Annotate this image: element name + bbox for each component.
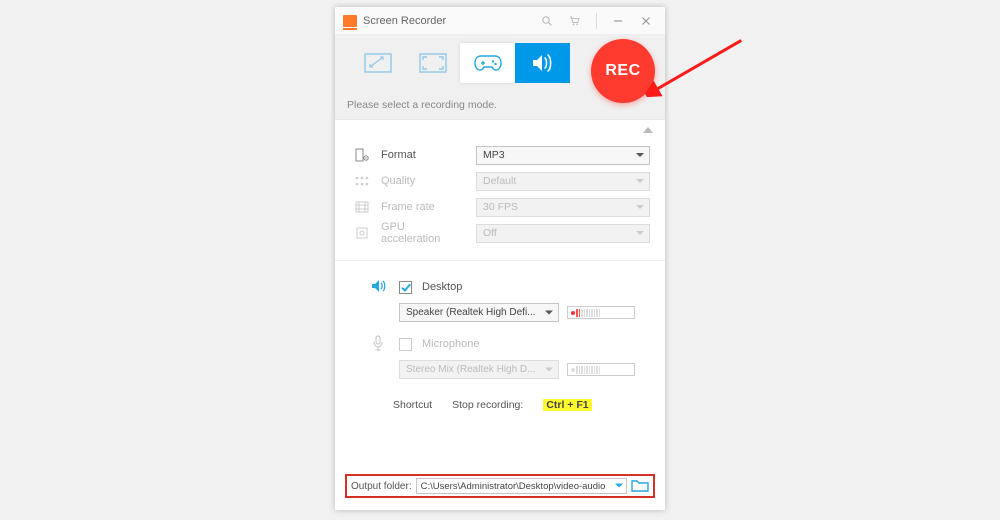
minimize-button[interactable]: [607, 10, 629, 32]
stop-recording-label: Stop recording:: [452, 399, 523, 411]
framerate-icon: [353, 201, 371, 213]
microphone-meter: [567, 363, 635, 376]
desktop-device-select[interactable]: Speaker (Realtek High Defi...: [399, 303, 559, 322]
chevron-down-icon: [615, 481, 623, 492]
framerate-label: Frame rate: [381, 201, 466, 213]
close-button[interactable]: [635, 10, 657, 32]
quality-label: Quality: [381, 175, 466, 187]
output-folder-label: Output folder:: [351, 481, 412, 492]
collapse-caret-up-icon[interactable]: [643, 124, 653, 136]
desktop-audio-checkbox[interactable]: [399, 281, 412, 294]
chevron-down-icon: [636, 175, 644, 187]
microphone-subrow: Stereo Mix (Realtek High D...: [399, 360, 635, 379]
settings-panel: Format MP3 Quality Default Frame rate 30…: [335, 120, 665, 427]
gpu-select: Off: [476, 224, 650, 243]
chevron-down-icon: [636, 227, 644, 239]
output-folder-select[interactable]: C:\Users\Administrator\Desktop\video-aud…: [416, 478, 627, 494]
format-label: Format: [381, 149, 466, 161]
framerate-select: 30 FPS: [476, 198, 650, 217]
desktop-audio-meter: [567, 306, 635, 319]
speaker-icon: [371, 279, 389, 296]
hint-text: Please select a recording mode.: [347, 99, 497, 111]
shortcut-row: Shortcut Stop recording: Ctrl + F1: [353, 389, 650, 417]
format-icon: [353, 148, 371, 162]
gpu-label: GPU acceleration: [381, 221, 466, 245]
desktop-audio-subrow: Speaker (Realtek High Defi...: [399, 303, 635, 322]
format-select[interactable]: MP3: [476, 146, 650, 165]
browse-folder-button[interactable]: [631, 478, 649, 495]
mode-game-tab[interactable]: [460, 43, 515, 83]
search-icon[interactable]: [536, 10, 558, 32]
chevron-down-icon: [545, 307, 553, 318]
microphone-row: Microphone: [371, 332, 635, 356]
mode-fullscreen-tab[interactable]: [405, 43, 460, 83]
output-folder-row: Output folder: C:\Users\Administrator\De…: [345, 474, 655, 498]
chevron-down-icon: [636, 149, 644, 161]
app-logo-icon: [343, 15, 357, 27]
quality-row: Quality Default: [353, 168, 650, 194]
app-title: Screen Recorder: [363, 15, 446, 27]
shortcut-label: Shortcut: [393, 399, 432, 411]
gpu-row: GPU acceleration Off: [353, 220, 650, 246]
microphone-label: Microphone: [422, 338, 479, 350]
mode-region-tab[interactable]: [350, 43, 405, 83]
desktop-audio-row: Desktop: [371, 275, 635, 299]
mode-audio-tab[interactable]: [515, 43, 570, 83]
microphone-icon: [371, 335, 389, 354]
audio-panel: Desktop Speaker (Realtek High Defi...: [353, 275, 650, 379]
gpu-icon: [353, 226, 371, 240]
cart-icon[interactable]: [564, 10, 586, 32]
record-button-label: REC: [605, 62, 640, 80]
framerate-row: Frame rate 30 FPS: [353, 194, 650, 220]
format-row: Format MP3: [353, 142, 650, 168]
chevron-down-icon: [636, 201, 644, 213]
microphone-checkbox[interactable]: [399, 338, 412, 351]
titlebar: Screen Recorder: [335, 7, 665, 35]
stop-recording-hotkey: Ctrl + F1: [543, 399, 591, 411]
quality-select: Default: [476, 172, 650, 191]
chevron-down-icon: [545, 364, 553, 375]
divider: [335, 260, 665, 261]
microphone-device-select: Stereo Mix (Realtek High D...: [399, 360, 559, 379]
screen-recorder-window: Screen Recorder REC Pl: [335, 7, 665, 510]
desktop-audio-label: Desktop: [422, 281, 462, 293]
quality-icon: [353, 176, 371, 186]
